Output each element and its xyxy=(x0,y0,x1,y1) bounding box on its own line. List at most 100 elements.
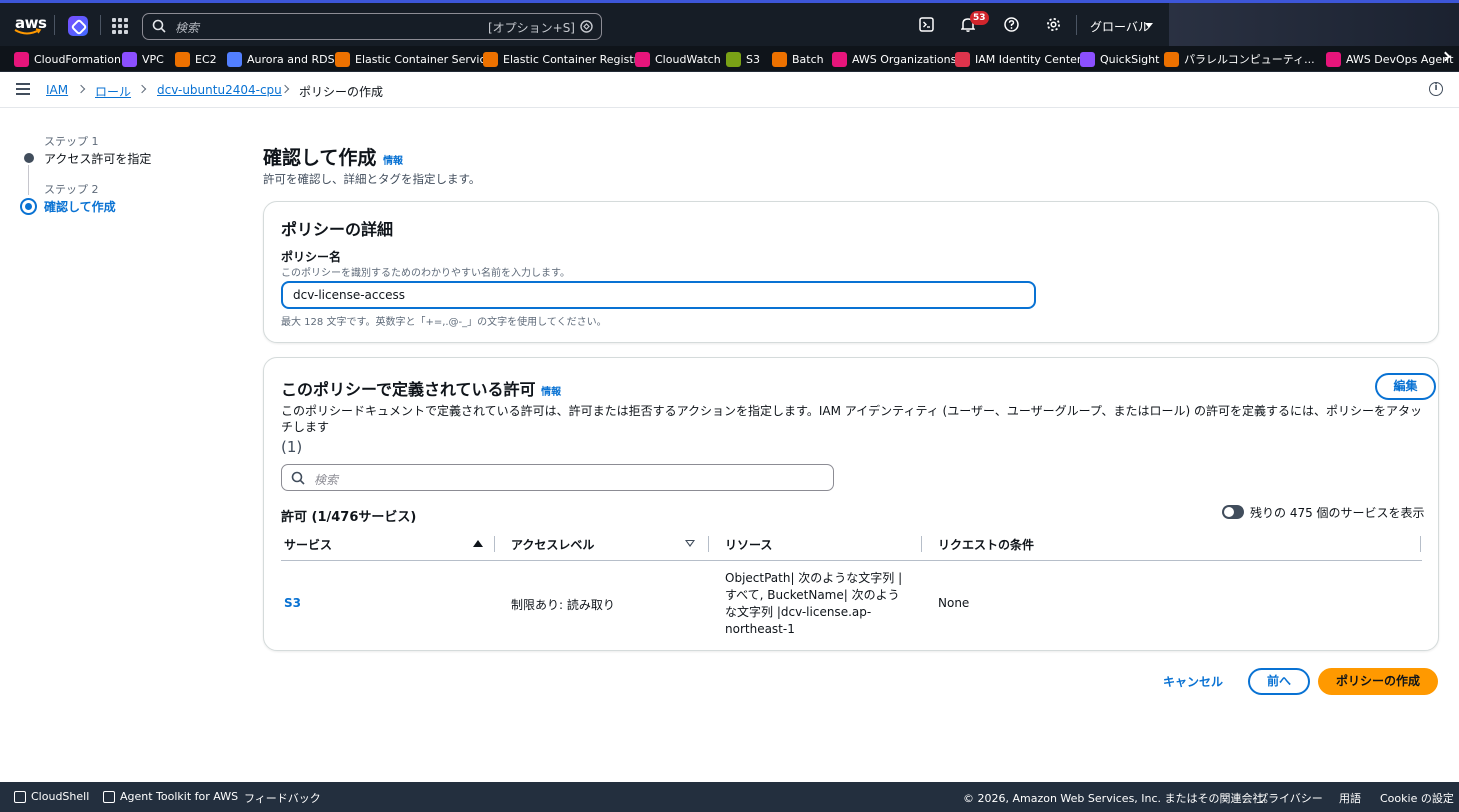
column-header-access-level[interactable]: アクセスレベル xyxy=(511,536,594,553)
chevron-right-icon xyxy=(280,84,290,94)
favorite-cloudwatch[interactable]: CloudWatch xyxy=(635,50,721,68)
ecr-icon xyxy=(483,51,498,67)
favorite-s3[interactable]: S3 xyxy=(726,50,760,68)
footer-copyright: © 2026, Amazon Web Services, Inc. またはその関… xyxy=(963,792,1275,805)
ecs-icon xyxy=(335,51,350,67)
favorite-cloudformation[interactable]: CloudFormation xyxy=(14,50,121,68)
access-level-cell: 制限あり: 読み取り xyxy=(511,598,615,612)
info-panel-icon[interactable]: i xyxy=(1429,82,1443,96)
breadcrumb-roles[interactable]: ロール xyxy=(95,83,131,100)
global-search-input[interactable]: 検索 [オプション+S] xyxy=(142,13,602,40)
cloudwatch-icon xyxy=(635,51,650,67)
favorites-bar: CloudFormation VPC EC2 Aurora and RDS El… xyxy=(0,46,1459,72)
favorite-parallel-computing[interactable]: パラレルコンピューティ... xyxy=(1164,50,1315,68)
settings-gear-icon[interactable] xyxy=(1046,17,1061,32)
favorite-vpc[interactable]: VPC xyxy=(122,50,164,68)
cloudformation-icon xyxy=(14,51,29,67)
breadcrumb-bar: IAM ロール dcv-ubuntu2404-cpu ポリシーの作成 i xyxy=(0,72,1459,108)
step-1-number: ステップ 1 xyxy=(44,135,99,148)
table-header-line xyxy=(281,560,1422,561)
column-header-resource[interactable]: リソース xyxy=(725,536,772,553)
policy-name-label: ポリシー名 xyxy=(281,250,342,264)
console-footer: CloudShell Agent Toolkit for AWS フィードバック… xyxy=(0,782,1459,812)
search-icon xyxy=(291,471,305,485)
conditions-cell: None xyxy=(938,596,970,610)
footer-cookies[interactable]: Cookie の設定 xyxy=(1380,790,1454,806)
sort-ascending-icon[interactable] xyxy=(473,540,483,547)
ec2-icon xyxy=(175,51,190,67)
favorite-ecr[interactable]: Elastic Container Registry xyxy=(483,50,645,68)
top-navigation: aws 検索 [オプション+S] 53 グローバル xyxy=(0,0,1459,46)
services-grid-icon[interactable] xyxy=(112,18,128,34)
service-link-s3[interactable]: S3 xyxy=(284,596,301,610)
sort-descending-icon[interactable] xyxy=(685,540,695,547)
agent-toolkit-icon xyxy=(103,790,115,803)
quicksight-icon xyxy=(1080,51,1095,67)
favorite-identity-center[interactable]: IAM Identity Center xyxy=(955,50,1081,68)
vpc-icon xyxy=(122,51,137,67)
organizations-icon xyxy=(832,51,847,67)
footer-cloudshell[interactable]: CloudShell xyxy=(14,790,89,803)
page-title: 確認して作成 情報 xyxy=(263,147,404,169)
step-2-number: ステップ 2 xyxy=(44,183,99,196)
step-connector xyxy=(28,165,29,195)
caret-down-icon xyxy=(1145,23,1153,28)
footer-feedback[interactable]: フィードバック xyxy=(244,790,321,806)
policy-details-container: ポリシーの詳細 ポリシー名 このポリシーを識別するためのわかりやすい名前を入力し… xyxy=(263,201,1439,343)
amazon-q-icon[interactable] xyxy=(68,16,88,36)
column-divider xyxy=(921,536,922,552)
previous-button[interactable]: 前へ xyxy=(1248,668,1310,695)
edit-button[interactable]: 編集 xyxy=(1375,373,1436,400)
favorite-aurora-rds[interactable]: Aurora and RDS xyxy=(227,50,335,68)
policy-name-description: このポリシーを識別するためのわかりやすい名前を入力します。 xyxy=(281,268,570,279)
parallel-computing-icon xyxy=(1164,51,1179,67)
favorite-devops-agent[interactable]: AWS DevOps Agent xyxy=(1326,50,1453,68)
help-icon[interactable] xyxy=(1004,17,1019,32)
favorite-batch[interactable]: Batch xyxy=(772,50,824,68)
search-shortcut: [オプション+S] xyxy=(487,21,575,35)
account-menu[interactable] xyxy=(1169,3,1459,46)
footer-agent-toolkit[interactable]: Agent Toolkit for AWS xyxy=(103,790,238,803)
permissions-count: (1) xyxy=(281,438,303,456)
aws-logo[interactable]: aws xyxy=(14,12,47,38)
shortcut-icon xyxy=(580,20,593,33)
cloudshell-icon[interactable] xyxy=(919,17,934,32)
favorite-organizations[interactable]: AWS Organizations xyxy=(832,50,956,68)
permissions-description: このポリシードキュメントで定義されている許可は、許可または拒否するアクションを指… xyxy=(281,404,1423,434)
column-divider xyxy=(494,536,495,552)
rds-icon xyxy=(227,51,242,67)
policy-name-constraint: 最大 128 文字です。英数字と「+=,.@-_」の文字を使用してください。 xyxy=(281,317,607,328)
create-policy-button[interactable]: ポリシーの作成 xyxy=(1318,668,1438,695)
nav-divider xyxy=(1076,15,1077,35)
notification-count-badge: 53 xyxy=(970,11,989,25)
favorite-ec2[interactable]: EC2 xyxy=(175,50,217,68)
page-info-link[interactable]: 情報 xyxy=(383,156,403,167)
chevron-right-icon xyxy=(137,84,147,94)
breadcrumb-role-name[interactable]: dcv-ubuntu2404-cpu xyxy=(157,83,282,97)
footer-privacy[interactable]: プライバシー xyxy=(1257,790,1323,806)
favorite-ecs[interactable]: Elastic Container Service xyxy=(335,50,492,68)
breadcrumb-iam[interactable]: IAM xyxy=(46,83,68,97)
step-2-indicator xyxy=(20,198,37,215)
column-header-conditions[interactable]: リクエストの条件 xyxy=(938,536,1034,553)
policy-name-input[interactable] xyxy=(281,281,1036,309)
permissions-table-heading: 許可 (1/476サービス) xyxy=(281,510,417,525)
identity-center-icon xyxy=(955,51,970,67)
page-subtitle: 許可を確認し、詳細とタグを指定します。 xyxy=(263,172,481,186)
step-2-label: 確認して作成 xyxy=(44,200,116,214)
column-header-service[interactable]: サービス xyxy=(284,536,332,553)
column-divider xyxy=(708,536,709,552)
step-1-label[interactable]: アクセス許可を指定 xyxy=(44,150,151,167)
show-remaining-services-toggle[interactable] xyxy=(1222,505,1244,519)
footer-terms[interactable]: 用語 xyxy=(1339,790,1361,806)
cancel-button[interactable]: キャンセル xyxy=(1163,673,1223,690)
menu-hamburger-icon[interactable] xyxy=(16,83,30,95)
batch-icon xyxy=(772,51,787,67)
permissions-info-link[interactable]: 情報 xyxy=(541,387,561,398)
permissions-container: このポリシーで定義されている許可 情報 編集 このポリシードキュメントで定義され… xyxy=(263,357,1439,651)
search-icon xyxy=(152,19,166,33)
nav-divider xyxy=(100,15,101,35)
favorite-quicksight[interactable]: QuickSight xyxy=(1080,50,1159,68)
region-selector[interactable]: グローバル xyxy=(1090,18,1150,35)
permissions-search-input[interactable]: 検索 xyxy=(281,464,834,491)
